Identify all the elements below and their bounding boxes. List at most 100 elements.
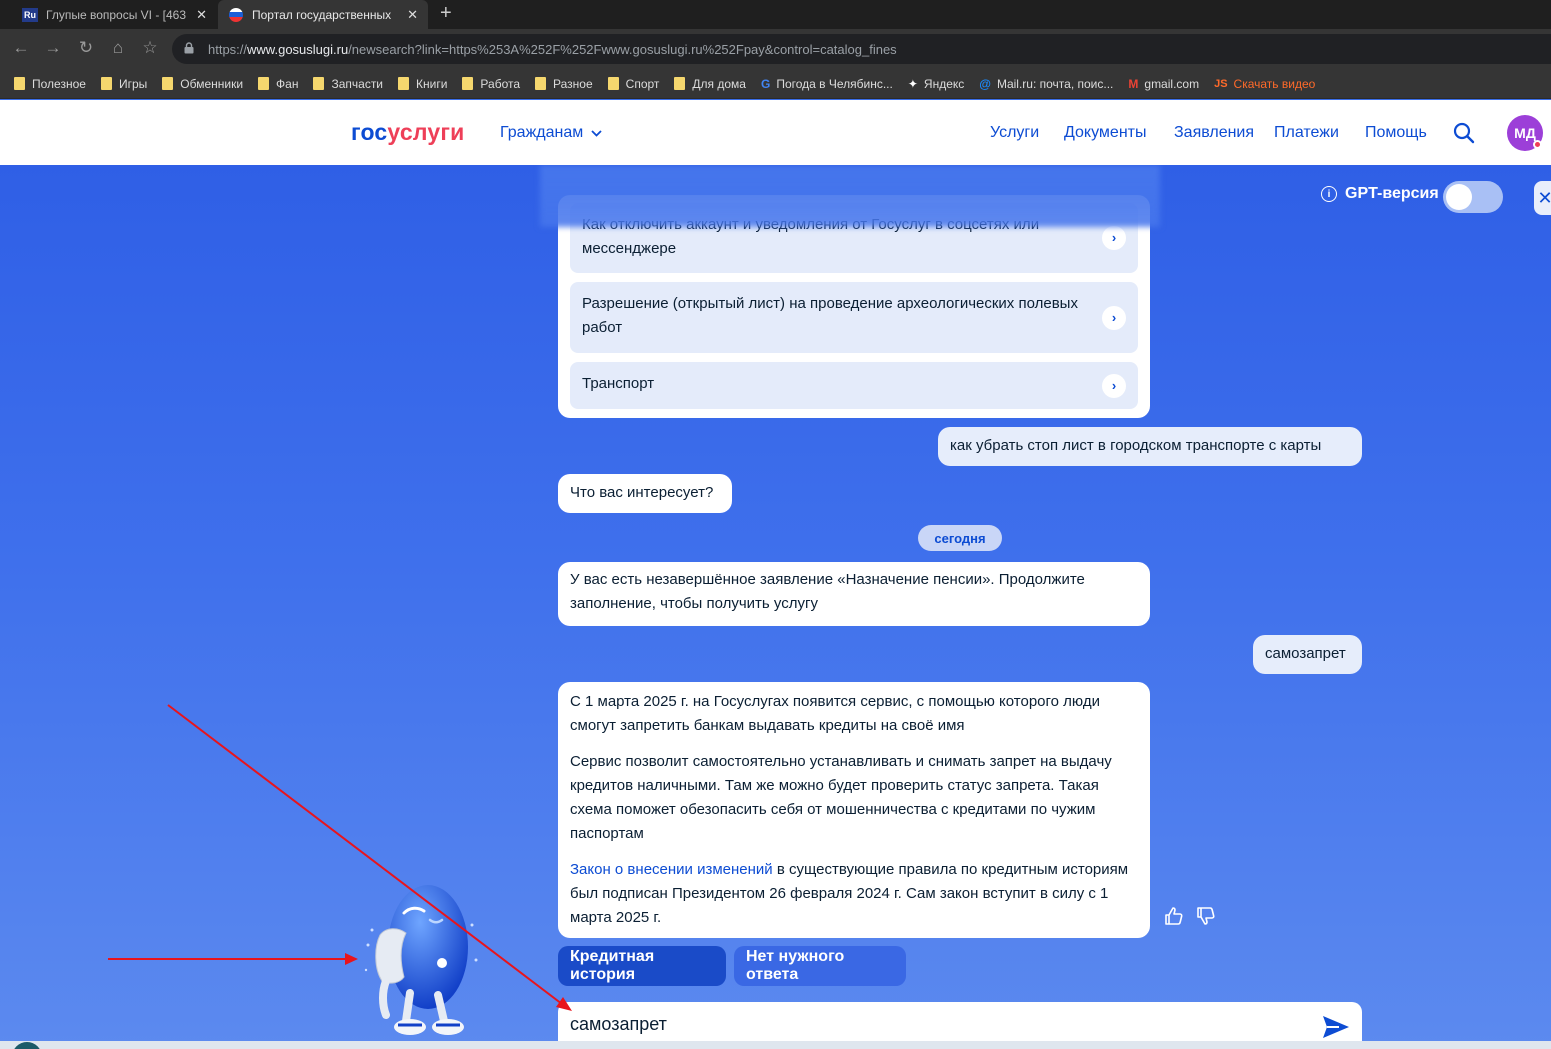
- home-icon[interactable]: ⌂: [107, 38, 129, 58]
- user-message: самозапрет: [1253, 635, 1362, 674]
- chevron-down-icon: [591, 126, 602, 140]
- ru-favicon-icon: Ru: [22, 7, 38, 22]
- folder-icon: [462, 77, 474, 90]
- answer-paragraph: Закон о внесении изменений в существующи…: [570, 858, 1138, 930]
- bookmark-folder[interactable]: Обменники: [162, 77, 243, 91]
- new-tab-plus-icon[interactable]: +: [440, 2, 452, 25]
- bookmark-label: Запчасти: [331, 76, 384, 91]
- gpt-version-label: i GPT-версия: [1321, 185, 1439, 203]
- thumbs-down-icon[interactable]: [1195, 905, 1217, 927]
- user-avatar[interactable]: МД: [1507, 115, 1543, 151]
- robot-assistant-icon: [360, 875, 485, 1040]
- folder-icon: [607, 77, 619, 90]
- nav-applications[interactable]: Заявления: [1174, 124, 1254, 142]
- info-icon[interactable]: i: [1321, 186, 1337, 202]
- back-arrow-icon[interactable]: ←: [10, 38, 32, 58]
- quick-reply-no-answer[interactable]: Нет нужного ответа: [734, 946, 906, 986]
- bookmark-folder[interactable]: Запчасти: [313, 77, 383, 91]
- folder-icon: [14, 77, 25, 90]
- answer-paragraph: Сервис позволит самостоятельно устанавли…: [570, 753, 1112, 842]
- bookmark-label: Погода в Челябинс...: [776, 76, 893, 91]
- chevron-right-icon: ›: [1102, 373, 1126, 398]
- browser-toolbar: ← → ↻ ⌂ ☆ https://www.gosuslugi.ru/newse…: [0, 29, 1551, 69]
- search-icon[interactable]: [1452, 121, 1476, 145]
- js-icon: JS: [1214, 77, 1228, 90]
- close-tab-icon[interactable]: ✕: [196, 7, 207, 23]
- bookmark-link[interactable]: JS Скачать видео: [1214, 77, 1315, 91]
- url-scheme: https://: [208, 41, 248, 57]
- browser-tab-active[interactable]: Портал государственных ✕: [218, 0, 428, 29]
- gpt-toggle[interactable]: [1443, 181, 1503, 213]
- audience-dropdown[interactable]: Гражданам: [500, 124, 602, 142]
- bookmark-folder[interactable]: Спорт: [607, 77, 659, 91]
- bookmark-label: Разное: [553, 76, 593, 91]
- bookmark-link[interactable]: Mgmail.com: [1128, 77, 1199, 91]
- folder-icon: [258, 77, 270, 90]
- law-link[interactable]: Закон о внесении изменений: [570, 861, 773, 878]
- nav-payments[interactable]: Платежи: [1274, 124, 1339, 142]
- bookmark-link[interactable]: ✦ Яндекс: [908, 77, 964, 91]
- bookmark-label: Скачать видео: [1233, 76, 1316, 91]
- bookmark-folder[interactable]: Игры: [100, 76, 148, 91]
- bot-message-pension: У вас есть незавершённое заявление «Назн…: [558, 562, 1150, 626]
- folder-icon: [674, 77, 686, 90]
- bookmark-folder[interactable]: Для дома: [674, 77, 746, 91]
- bookmark-folder[interactable]: Разное: [535, 77, 593, 91]
- gpt-label-text: GPT-версия: [1345, 185, 1439, 202]
- quick-reply-credit-history[interactable]: Кредитная история: [558, 946, 726, 986]
- date-separator: сегодня: [918, 525, 1002, 551]
- message-text: как убрать стоп лист в городском транспо…: [950, 437, 1322, 454]
- bookmark-folder[interactable]: Книги: [398, 77, 447, 91]
- close-tab-icon[interactable]: ✕: [407, 7, 418, 23]
- reload-icon[interactable]: ↻: [75, 38, 97, 58]
- bookmark-label: Работа: [480, 76, 521, 91]
- bookmark-link[interactable]: G Погода в Челябинс...: [761, 77, 893, 91]
- forward-arrow-icon[interactable]: →: [42, 38, 64, 58]
- nav-help[interactable]: Помощь: [1365, 124, 1427, 142]
- bookmark-label: Полезное: [32, 76, 86, 91]
- browser-tab-bar: Ru Глупые вопросы VI - [463 ✕ Портал гос…: [0, 0, 1551, 29]
- option-item[interactable]: Разрешение (открытый лист) на проведение…: [570, 282, 1138, 353]
- nav-documents[interactable]: Документы: [1064, 124, 1146, 142]
- thumbs-up-icon[interactable]: [1163, 905, 1185, 927]
- chevron-right-icon: ›: [1102, 226, 1126, 250]
- nav-services[interactable]: Услуги: [990, 124, 1039, 142]
- send-icon[interactable]: [1322, 1015, 1352, 1041]
- bookmark-label: gmail.com: [1144, 76, 1200, 91]
- bookmark-folder[interactable]: Полезное: [14, 77, 86, 91]
- start-orb-icon[interactable]: [12, 1042, 42, 1049]
- option-label: Разрешение (открытый лист) на проведение…: [582, 295, 1078, 336]
- folder-icon: [100, 77, 112, 90]
- url-path: /newsearch?link=https%253A%252F%252Fwww.…: [348, 41, 897, 57]
- bookmark-label: Mail.ru: почта, поис...: [996, 76, 1114, 91]
- folder-icon: [313, 77, 325, 90]
- tab-title: Глупые вопросы VI - [463: [46, 7, 187, 22]
- bookmark-folder[interactable]: Фан: [258, 77, 298, 91]
- folder-icon: [162, 77, 174, 90]
- message-text: самозапрет: [1265, 645, 1346, 662]
- logo-part-gos: гос: [351, 119, 388, 145]
- bot-message: Что вас интересует?: [558, 474, 732, 513]
- bookmark-label: Фан: [276, 76, 299, 91]
- option-item[interactable]: Транспорт ›: [570, 362, 1138, 409]
- mailru-icon: @: [979, 76, 991, 91]
- address-bar[interactable]: https://www.gosuslugi.ru/newsearch?link=…: [172, 34, 1551, 64]
- bookmark-folder[interactable]: Работа: [462, 77, 520, 91]
- bookmark-label: Для дома: [692, 76, 746, 91]
- bookmark-label: Игры: [118, 76, 148, 91]
- message-text: Что вас интересует?: [570, 484, 714, 501]
- toggle-knob: [1446, 184, 1472, 210]
- bookmarks-bar: Полезное Игры Обменники Фан Запчасти Кни…: [0, 69, 1551, 99]
- chat-input[interactable]: [570, 1014, 1310, 1035]
- close-icon[interactable]: ✕: [1534, 181, 1551, 215]
- gosuslugi-logo[interactable]: госуслуги: [351, 119, 464, 146]
- bookmark-label: Книги: [416, 76, 448, 91]
- user-message: как убрать стоп лист в городском транспо…: [938, 427, 1362, 466]
- date-label: сегодня: [934, 530, 986, 546]
- browser-tab[interactable]: Ru Глупые вопросы VI - [463 ✕: [12, 0, 217, 29]
- notification-dot: [1533, 140, 1542, 149]
- bookmark-link[interactable]: @ Mail.ru: почта, поис...: [979, 77, 1113, 91]
- gmail-icon: M: [1128, 76, 1139, 91]
- folder-icon: [398, 77, 410, 90]
- bookmark-star-icon[interactable]: ☆: [139, 38, 161, 58]
